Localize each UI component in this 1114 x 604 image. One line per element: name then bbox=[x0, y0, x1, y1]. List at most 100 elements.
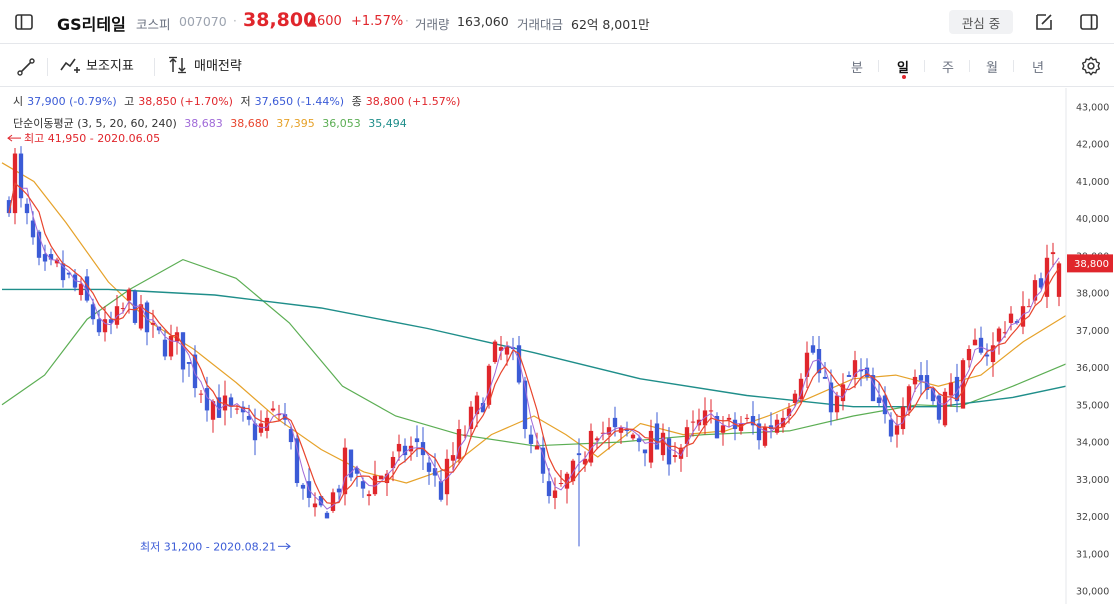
candle-body bbox=[882, 395, 888, 415]
candle-body bbox=[186, 362, 192, 364]
up-down-arrows-icon bbox=[169, 56, 186, 73]
candle-body bbox=[180, 332, 186, 370]
toolbar-divider bbox=[47, 58, 48, 76]
period-week[interactable]: 주 bbox=[942, 57, 954, 76]
candle-body bbox=[672, 455, 678, 457]
y-tick-label: 34,000 bbox=[1076, 438, 1109, 449]
separator-dot: · bbox=[233, 14, 237, 28]
sidebar-icon bbox=[15, 14, 33, 30]
sidebar-toggle-button[interactable] bbox=[11, 9, 37, 35]
y-tick-label: 40,000 bbox=[1076, 214, 1109, 225]
y-tick-label: 37,000 bbox=[1076, 326, 1109, 337]
toolbar-divider bbox=[154, 58, 155, 76]
candle-body bbox=[78, 283, 84, 296]
candle-body bbox=[804, 352, 810, 377]
watchlist-button[interactable]: 관심 중 bbox=[949, 10, 1013, 34]
trade-amount-value: 62억 8,001만 bbox=[571, 17, 650, 32]
candle-body bbox=[912, 376, 918, 385]
y-tick-label: 41,000 bbox=[1076, 177, 1109, 188]
stock-header: GS리테일 코스피 007070 · 38,800 ▲600 +1.57% · … bbox=[0, 0, 1114, 44]
price-change-pct: +1.57% bbox=[351, 14, 404, 29]
candle-body bbox=[846, 375, 852, 377]
stock-code: 007070 bbox=[179, 14, 227, 29]
period-day[interactable]: 일 bbox=[897, 57, 909, 76]
candle-body bbox=[720, 425, 726, 433]
panel-icon bbox=[1080, 14, 1098, 30]
candle-body bbox=[516, 345, 522, 383]
indicators-label: 보조지표 bbox=[86, 59, 134, 74]
candle-body bbox=[378, 475, 384, 480]
candle-body bbox=[474, 395, 480, 415]
period-year[interactable]: 년 bbox=[1032, 57, 1044, 76]
chart-settings-button[interactable] bbox=[1078, 53, 1104, 79]
trading-strategy-button[interactable]: 매매전략 bbox=[168, 55, 242, 74]
candle-body bbox=[492, 341, 498, 363]
y-tick-label: 33,000 bbox=[1076, 475, 1109, 486]
candlestick-chart[interactable]: 43,00042,00041,00040,00039,00038,00037,0… bbox=[0, 88, 1114, 604]
candle-body bbox=[324, 512, 330, 519]
candle-body bbox=[660, 432, 666, 456]
candle-body bbox=[894, 425, 900, 435]
candle-body bbox=[360, 481, 366, 489]
candle-body bbox=[744, 417, 750, 419]
candle-body bbox=[918, 375, 924, 381]
line-draw-icon bbox=[17, 58, 35, 76]
candle-body bbox=[330, 492, 336, 511]
trade-amount-label: 거래대금 bbox=[517, 17, 564, 32]
candle-body bbox=[150, 322, 156, 325]
candle-body bbox=[792, 393, 798, 403]
period-divider bbox=[878, 60, 879, 72]
candle-body bbox=[528, 434, 534, 444]
edit-icon bbox=[1036, 14, 1052, 30]
ma240-line bbox=[2, 288, 1067, 408]
y-tick-label: 32,000 bbox=[1076, 512, 1109, 523]
drawing-tool-button[interactable] bbox=[13, 54, 39, 80]
edit-button[interactable] bbox=[1031, 9, 1057, 35]
candle-body bbox=[204, 388, 210, 411]
period-minute[interactable]: 분 bbox=[851, 57, 863, 76]
market-label: 코스피 bbox=[136, 17, 171, 32]
candle-body bbox=[948, 382, 954, 396]
candle-body bbox=[876, 397, 882, 403]
candle-body bbox=[774, 419, 780, 433]
candle-body bbox=[888, 419, 894, 437]
indicators-button[interactable]: 보조지표 bbox=[60, 55, 134, 74]
side-panel-button[interactable] bbox=[1076, 9, 1102, 35]
candle-body bbox=[24, 203, 30, 214]
candle-body bbox=[300, 484, 306, 489]
candle-body bbox=[654, 423, 660, 450]
chart-toolbar: 보조지표 매매전략 분 일 주 월 년 bbox=[0, 45, 1114, 87]
active-period-indicator bbox=[902, 75, 906, 79]
candle-body bbox=[168, 335, 174, 357]
candle-body bbox=[162, 339, 168, 357]
candle-body bbox=[558, 483, 564, 485]
candle-body bbox=[234, 408, 240, 410]
moving-average-lines bbox=[1, 162, 1067, 484]
candle-body bbox=[96, 319, 102, 333]
candle-body bbox=[42, 254, 48, 262]
candle-body bbox=[810, 345, 816, 353]
candle-body bbox=[822, 376, 828, 379]
candle-body bbox=[966, 349, 972, 361]
stock-name: GS리테일 bbox=[57, 15, 126, 34]
candle-body bbox=[648, 430, 654, 463]
separator-dot: · bbox=[405, 14, 409, 28]
candle-body bbox=[30, 220, 36, 238]
y-tick-label: 43,000 bbox=[1076, 103, 1109, 114]
indicator-chart-icon bbox=[60, 58, 80, 73]
y-tick-label: 35,000 bbox=[1076, 400, 1109, 411]
candle-body bbox=[978, 337, 984, 353]
candle-body bbox=[534, 445, 540, 450]
candle-body bbox=[342, 447, 348, 495]
candle-body bbox=[450, 455, 456, 461]
candle-body bbox=[294, 438, 300, 484]
candle-body bbox=[426, 462, 432, 472]
candle-body bbox=[504, 347, 510, 355]
candle-body bbox=[102, 319, 108, 333]
candle-body bbox=[726, 417, 732, 420]
ma20-line bbox=[1, 162, 1067, 484]
volume-value: 163,060 bbox=[457, 14, 509, 29]
period-month[interactable]: 월 bbox=[986, 57, 998, 76]
period-divider bbox=[1013, 60, 1014, 72]
strategy-label: 매매전략 bbox=[194, 59, 242, 74]
